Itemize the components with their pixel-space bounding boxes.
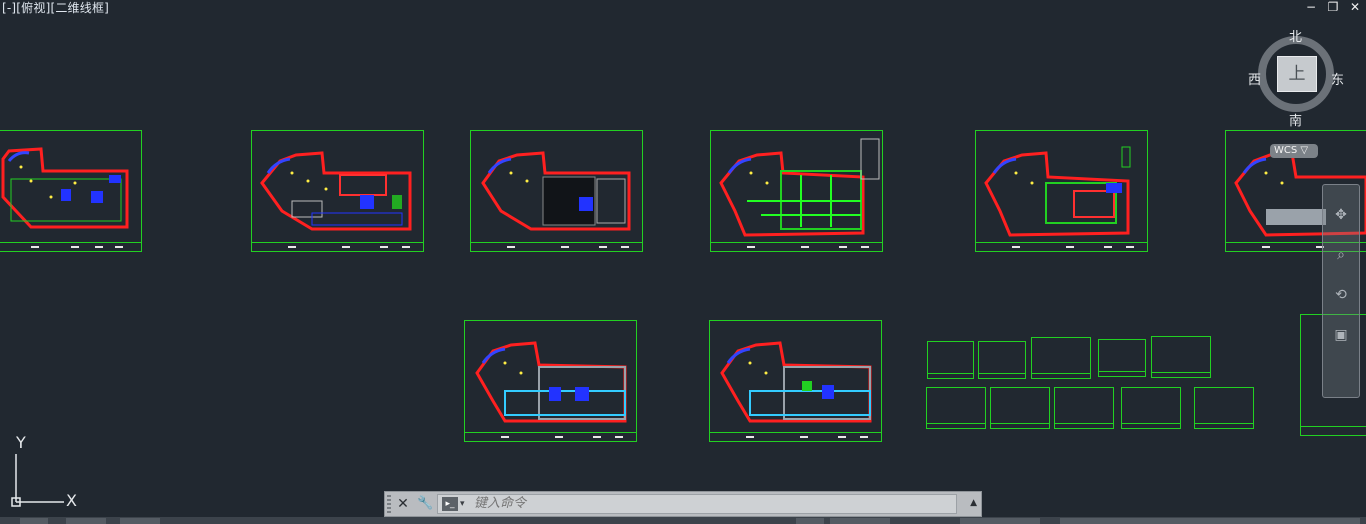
- command-input-field: ▸_ ▾: [437, 494, 957, 514]
- drawing-sheet-3[interactable]: [470, 130, 643, 252]
- viewport-window-controls: − ❐ ✕: [1304, 0, 1362, 14]
- detail-sheet-5[interactable]: [1151, 336, 1211, 378]
- command-line: ✕ 🔧 ▸_ ▾ ▲: [384, 491, 982, 517]
- status-bar: [0, 517, 1366, 524]
- drawing-sheet-5[interactable]: [975, 130, 1148, 252]
- detail-sheet-8[interactable]: [1054, 387, 1114, 429]
- floor-plan-drawing: [475, 341, 627, 423]
- compass-south[interactable]: 南: [1289, 110, 1302, 129]
- drawing-sheet-4[interactable]: [710, 130, 883, 252]
- navbar-pan-icon[interactable]: ✥: [1331, 205, 1351, 225]
- floor-plan-drawing: [481, 151, 631, 231]
- restore-icon[interactable]: ❐: [1326, 0, 1340, 14]
- chevron-up-icon[interactable]: ▲: [970, 498, 977, 508]
- viewcube[interactable]: 上 北 南 西 东: [1244, 26, 1352, 134]
- minimize-icon[interactable]: −: [1304, 0, 1318, 14]
- floor-plan-drawing: [720, 341, 872, 423]
- wcs-menu-button[interactable]: WCS ▽: [1270, 144, 1318, 158]
- customize-wrench-icon[interactable]: 🔧: [417, 494, 433, 514]
- compass-east[interactable]: 东: [1331, 69, 1344, 88]
- compass-west[interactable]: 西: [1248, 69, 1261, 88]
- detail-sheet-6[interactable]: [926, 387, 986, 429]
- navbar-showmotion-icon[interactable]: ▣: [1331, 325, 1351, 345]
- ucs-icon: Y X: [11, 434, 77, 510]
- drawing-sheet-2[interactable]: [251, 130, 424, 252]
- floor-plan-drawing: [260, 151, 412, 231]
- drawing-sheet-8[interactable]: [709, 320, 882, 442]
- close-icon[interactable]: ✕: [1348, 0, 1362, 14]
- chevron-down-icon[interactable]: ▾: [460, 496, 465, 512]
- navbar-orbit-icon[interactable]: ⟲: [1331, 285, 1351, 305]
- floor-plan-drawing: [1, 147, 129, 229]
- ucs-x-label: X: [66, 491, 77, 510]
- detail-sheet-3[interactable]: [1031, 337, 1091, 379]
- floor-plan-drawing: [719, 138, 880, 237]
- drawing-sheet-1[interactable]: [0, 130, 142, 252]
- detail-sheet-9[interactable]: [1121, 387, 1181, 429]
- command-line-grip[interactable]: [387, 495, 391, 513]
- detail-sheet-2[interactable]: [978, 341, 1026, 379]
- compass-north[interactable]: 北: [1289, 26, 1302, 45]
- detail-sheet-1[interactable]: [927, 341, 974, 379]
- detail-sheet-10[interactable]: [1194, 387, 1254, 429]
- ucs-y-label: Y: [15, 434, 26, 452]
- detail-sheet-7[interactable]: [990, 387, 1050, 429]
- close-icon[interactable]: ✕: [395, 494, 411, 514]
- floor-plan-drawing: [984, 146, 1131, 237]
- command-prompt-icon[interactable]: ▸_: [442, 497, 458, 511]
- viewport-label[interactable]: [-][俯视][二维线框]: [2, 0, 109, 16]
- drawing-sheet-7[interactable]: [464, 320, 637, 442]
- navbar-zoom-icon[interactable]: ⌕: [1331, 245, 1351, 265]
- command-input[interactable]: [474, 495, 934, 513]
- navigation-bar: ✥ ⌕ ⟲ ▣: [1322, 184, 1360, 398]
- viewcube-top-face[interactable]: 上: [1277, 56, 1317, 92]
- detail-sheet-4[interactable]: [1098, 339, 1146, 377]
